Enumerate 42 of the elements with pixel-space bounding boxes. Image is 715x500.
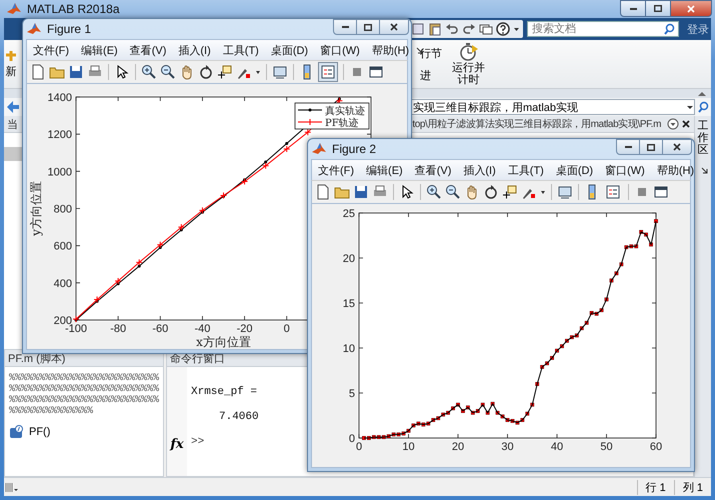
panel-title: 命令行窗口 (170, 352, 225, 366)
tick-label: 1400 (48, 92, 72, 104)
panel-title: 当 (7, 118, 18, 132)
tick-label: 1200 (48, 129, 72, 142)
comment-line: %%%%%%%%%%%%%% (9, 406, 94, 417)
legend-label: 真实轨迹 (325, 106, 365, 117)
comment-line: %%%%%%%%%%%%%%%%%%%%%%%%% (9, 384, 159, 395)
y-axis-label: y方向位置 (29, 181, 43, 236)
tick-label: 10 (402, 441, 415, 453)
window-title: Figure 2 (332, 142, 376, 156)
tick-label: 0 (284, 323, 290, 335)
tick-label: 800 (54, 204, 72, 216)
tick-label: 50 (600, 441, 613, 453)
legend-label: PF轨迹 (325, 118, 359, 129)
tick-label: 5 (348, 388, 355, 400)
comment-line: %%%%%%%%%%%%%%%%%%%%%%%%% (9, 373, 159, 384)
tick-label: 0 (348, 433, 355, 445)
x-axis-label: x方向位置 (196, 335, 251, 349)
tick-label: 600 (54, 240, 72, 253)
tick-label: 25 (342, 208, 355, 220)
command-output: Xrmse_pf = (191, 387, 258, 398)
status-column: 列 1 (674, 480, 711, 494)
status-row: 行 1 (636, 480, 674, 494)
window-title: MATLAB R2018a (27, 2, 120, 16)
tick-label: -20 (236, 323, 253, 335)
tick-label: 10 (342, 343, 355, 355)
tick-label: 60 (650, 441, 662, 453)
command-output: 7.4060 (218, 412, 259, 423)
tick-label: 400 (54, 278, 72, 290)
tick-label: 20 (452, 441, 464, 453)
tick-label: -40 (194, 323, 210, 335)
tick-label: 40 (550, 441, 564, 453)
tick-label: -100 (64, 323, 88, 335)
tick-label: -80 (110, 323, 126, 335)
comment-line: %%%%%%%%%%%%%%%%%%%%%%%%% (9, 395, 159, 406)
tick-label: 1000 (48, 166, 72, 178)
tick-label: 0 (356, 441, 362, 453)
tick-label: 20 (342, 253, 355, 265)
tick-label: 15 (342, 298, 355, 310)
tick-label: 30 (501, 441, 514, 453)
tick-label: -60 (152, 323, 168, 335)
window-title: Figure 1 (47, 22, 92, 36)
